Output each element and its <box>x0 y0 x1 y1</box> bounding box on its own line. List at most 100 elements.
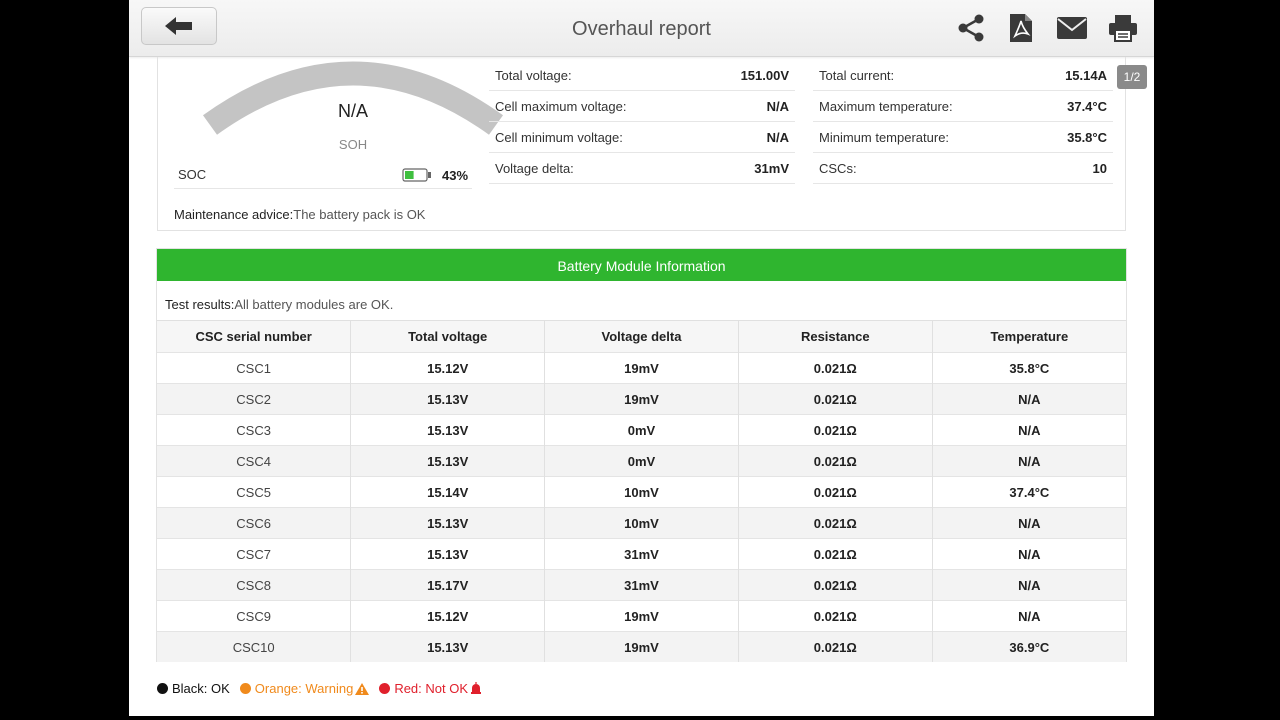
resistance-cell: 0.021Ω <box>737 600 933 632</box>
legend-label: Black: OK <box>172 681 230 696</box>
page-indicator[interactable]: 1/2 <box>1117 65 1147 89</box>
table-row: CSC9 15.12V 19mV 0.021Ω N/A <box>157 600 1126 632</box>
legend-not-ok: Red: Not OK <box>379 681 482 696</box>
stat-max-temperature: Maximum temperature: 37.4°C <box>813 91 1113 122</box>
share-button[interactable] <box>955 12 987 44</box>
voltage-delta-cell: 19mV <box>544 631 739 662</box>
legend-ok: Black: OK <box>157 681 230 696</box>
stat-label: Total voltage: <box>495 68 572 83</box>
resistance-cell: 0.021Ω <box>737 352 933 384</box>
resistance-cell: 0.021Ω <box>737 445 933 477</box>
page-title: Overhaul report <box>572 18 711 40</box>
stat-value: N/A <box>766 99 789 114</box>
battery-icon <box>402 168 431 182</box>
resistance-cell: 0.021Ω <box>737 538 933 570</box>
total-voltage-cell: 15.13V <box>350 538 545 570</box>
total-voltage-cell: 15.12V <box>350 352 545 384</box>
back-button[interactable] <box>141 7 217 45</box>
total-voltage-cell: 15.13V <box>350 631 545 662</box>
stat-min-temperature: Minimum temperature: 35.8°C <box>813 122 1113 153</box>
soc-value: 43% <box>442 168 469 183</box>
print-icon <box>1109 15 1137 42</box>
voltage-delta-cell: 31mV <box>544 569 739 601</box>
resistance-cell: 0.021Ω <box>737 476 933 508</box>
orange-dot-icon <box>239 683 251 694</box>
stat-value: 15.14A <box>1065 68 1107 83</box>
resistance-cell: 0.021Ω <box>737 414 933 446</box>
summary-card: N/A SOH SOC 43% Maintenance advice:The b… <box>157 57 1126 231</box>
stat-label: Cell minimum voltage: <box>495 130 623 145</box>
total-voltage-cell: 15.14V <box>350 476 545 508</box>
black-dot-icon <box>157 683 168 694</box>
csc-serial-cell: CSC9 <box>157 600 351 632</box>
temperature-cell: N/A <box>931 569 1126 601</box>
soc-row: SOC 43% <box>174 160 472 189</box>
total-voltage-cell: 15.12V <box>350 600 545 632</box>
temperature-cell: N/A <box>931 383 1126 415</box>
stat-cscs: CSCs: 10 <box>813 153 1113 184</box>
legend-label: Red: Not OK <box>394 681 469 696</box>
pdf-button[interactable] <box>1005 12 1037 44</box>
stat-label: Minimum temperature: <box>819 130 950 145</box>
resistance-cell: 0.021Ω <box>737 631 933 662</box>
table-header-row: CSC serial number Total voltage Voltage … <box>157 320 1126 353</box>
print-button[interactable] <box>1107 12 1139 44</box>
advice-label: Maintenance advice: <box>174 207 294 222</box>
total-voltage-cell: 15.13V <box>350 445 545 477</box>
red-dot-icon <box>379 683 391 694</box>
legend-warning: Orange: Warning <box>239 681 370 696</box>
back-arrow-icon <box>165 17 192 35</box>
stat-label: CSCs: <box>819 161 857 176</box>
soh-label: SOH <box>338 137 368 152</box>
stat-cell-max-voltage: Cell maximum voltage: N/A <box>489 91 795 122</box>
temperature-cell: 37.4°C <box>931 476 1126 508</box>
csc-serial-cell: CSC3 <box>157 414 351 446</box>
temperature-cell: N/A <box>931 538 1126 570</box>
table-row: CSC4 15.13V 0mV 0.021Ω N/A <box>157 445 1126 477</box>
csc-serial-cell: CSC10 <box>157 631 351 662</box>
csc-serial-cell: CSC5 <box>157 476 351 508</box>
battery-module-card: Battery Module Information Test results:… <box>156 248 1127 662</box>
total-voltage-cell: 15.17V <box>350 569 545 601</box>
voltage-delta-cell: 0mV <box>544 414 739 446</box>
share-icon <box>958 14 984 42</box>
table-row: CSC6 15.13V 10mV 0.021Ω N/A <box>157 507 1126 539</box>
table-row: CSC8 15.17V 31mV 0.021Ω N/A <box>157 569 1126 601</box>
stat-value: 35.8°C <box>1067 130 1107 145</box>
total-voltage-cell: 15.13V <box>350 383 545 415</box>
soc-label: SOC <box>178 167 207 182</box>
status-legend: Black: OK Orange: Warning Red: Not OK <box>157 681 492 696</box>
maintenance-advice: Maintenance advice:The battery pack is O… <box>174 207 425 222</box>
table-row: CSC7 15.13V 31mV 0.021Ω N/A <box>157 538 1126 570</box>
stat-label: Voltage delta: <box>495 161 574 176</box>
csc-serial-cell: CSC2 <box>157 383 351 415</box>
soh-value: N/A <box>337 101 368 121</box>
advice-value: The battery pack is OK <box>293 207 426 222</box>
column-header: CSC serial number <box>157 320 351 353</box>
app-window: Overhaul report N/A SOH SOC 43% Maintena… <box>129 0 1154 716</box>
total-voltage-cell: 15.13V <box>350 414 545 446</box>
test-results: Test results:All battery modules are OK. <box>165 297 393 312</box>
column-header: Voltage delta <box>544 320 739 353</box>
resistance-cell: 0.021Ω <box>737 383 933 415</box>
stat-value: N/A <box>766 130 789 145</box>
csc-serial-cell: CSC7 <box>157 538 351 570</box>
top-bar: Overhaul report <box>129 0 1154 57</box>
voltage-delta-cell: 19mV <box>544 352 739 384</box>
column-header: Temperature <box>931 320 1126 353</box>
voltage-delta-cell: 10mV <box>544 476 739 508</box>
temperature-cell: N/A <box>931 507 1126 539</box>
module-section-header: Battery Module Information <box>157 249 1126 281</box>
csc-serial-cell: CSC8 <box>157 569 351 601</box>
pdf-icon <box>1010 14 1032 42</box>
stat-value: 10 <box>1092 161 1107 176</box>
stat-voltage-delta: Voltage delta: 31mV <box>489 153 795 184</box>
csc-serial-cell: CSC1 <box>157 352 351 384</box>
column-header: Total voltage <box>350 320 545 353</box>
resistance-cell: 0.021Ω <box>737 569 933 601</box>
voltage-delta-cell: 19mV <box>544 383 739 415</box>
mail-button[interactable] <box>1056 12 1088 44</box>
module-table-body: CSC1 15.12V 19mV 0.021Ω 35.8°C CSC2 15.13V 19mV… <box>157 352 1126 662</box>
test-results-value: All battery modules are OK. <box>234 297 394 312</box>
voltage-delta-cell: 19mV <box>544 600 739 632</box>
